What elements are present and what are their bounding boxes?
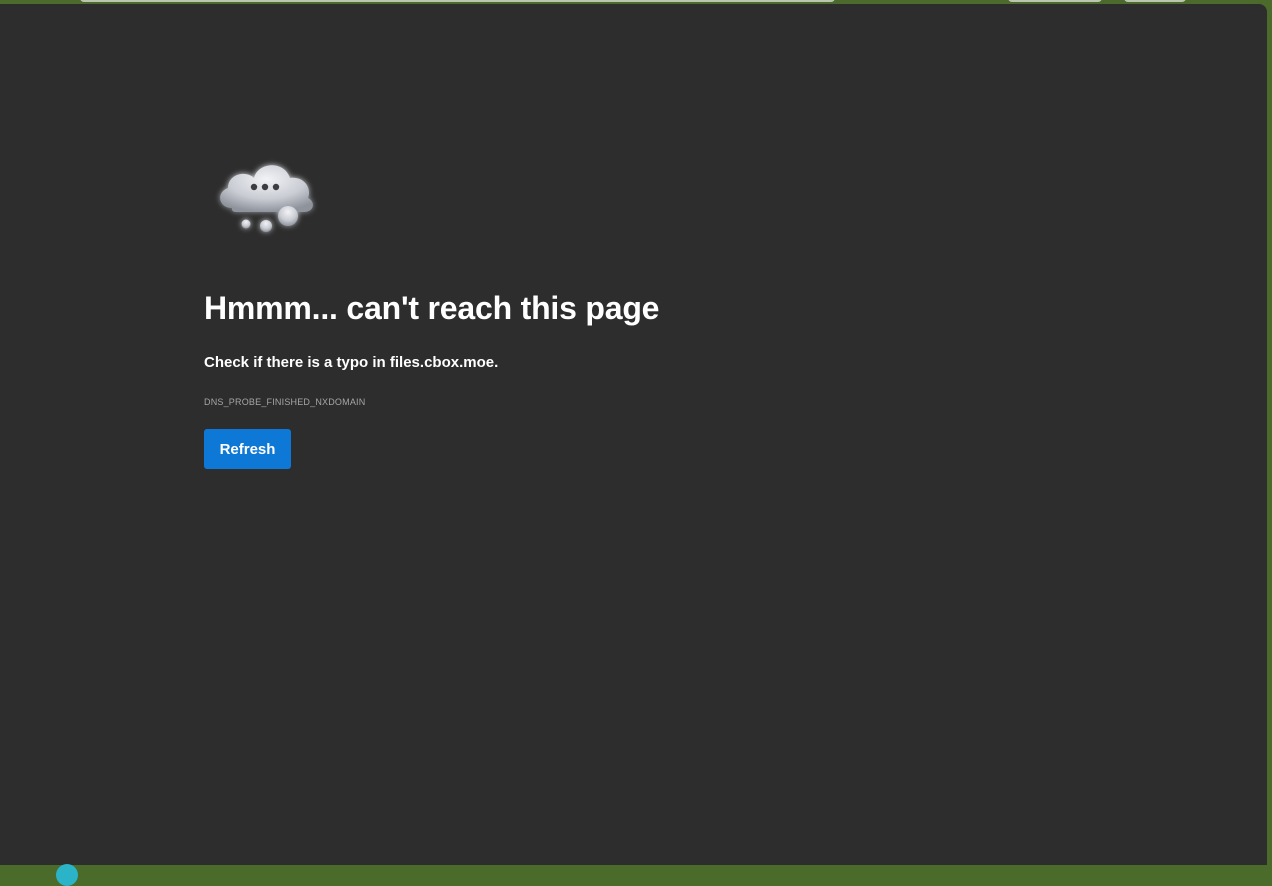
- address-bar-edge[interactable]: [80, 0, 835, 2]
- refresh-button[interactable]: Refresh: [204, 429, 291, 469]
- page-title: Hmmm... can't reach this page: [204, 290, 660, 326]
- toolbar-button-edge[interactable]: [1008, 0, 1102, 2]
- cloud-thinking-icon: [212, 150, 322, 240]
- toolbar-button-edge[interactable]: [1124, 0, 1186, 2]
- window-frame-edge: [1267, 0, 1272, 865]
- error-code: DNS_PROBE_FINISHED_NXDOMAIN: [204, 397, 366, 407]
- page-viewport: Hmmm... can't reach this page Check if t…: [0, 4, 1267, 886]
- error-subtitle: Check if there is a typo in files.cbox.m…: [204, 354, 499, 371]
- corner-avatar-icon[interactable]: [56, 864, 78, 886]
